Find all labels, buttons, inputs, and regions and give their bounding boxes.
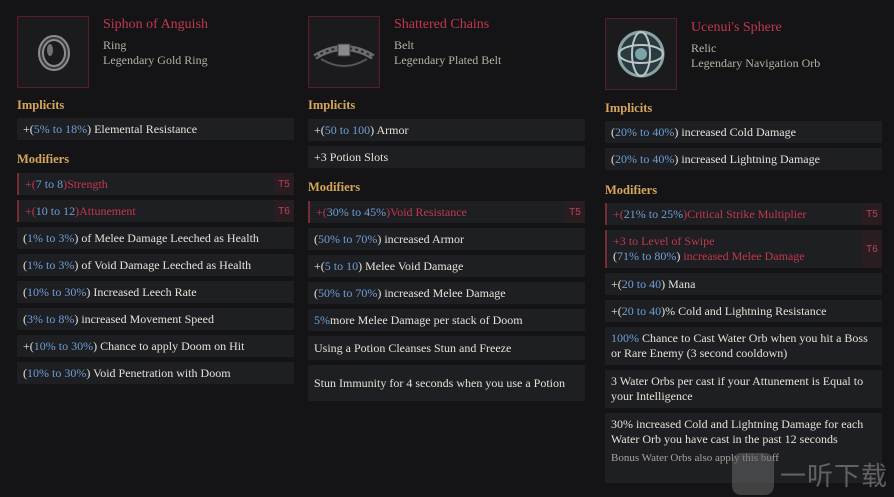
site-watermark: 一听下载 xyxy=(731,453,888,495)
item-name: Shattered Chains xyxy=(394,17,490,32)
tier-badge: T6 xyxy=(862,230,882,268)
modifier-row: (3% to 8%) increased Movement Speed xyxy=(17,308,294,330)
implicits-heading: Implicits xyxy=(605,101,653,115)
ring-icon xyxy=(17,16,89,88)
modifier-row: 3 Water Orbs per cast if your Attunement… xyxy=(605,370,882,408)
item-name: Ucenui's Sphere xyxy=(691,20,782,35)
modifier-row: +(20 to 40) Mana xyxy=(605,273,882,295)
item-type: Relic xyxy=(691,41,717,55)
modifier-row: +(20 to 40)% Cold and Lightning Resistan… xyxy=(605,300,882,322)
watermark-text: 一听下载 xyxy=(779,461,888,492)
orb-icon xyxy=(605,18,677,90)
modifier-row: (1% to 3%) of Melee Damage Leeched as He… xyxy=(17,227,294,249)
item-type: Belt xyxy=(394,38,414,52)
modifier-row: (50% to 70%) increased Armor xyxy=(308,228,585,250)
tier-badge: T6 xyxy=(274,200,294,222)
tier-badge: T5 xyxy=(862,203,882,225)
item-header: Ucenui's Sphere Relic Legendary Navigati… xyxy=(605,0,882,100)
modifier-row: 5% more Melee Damage per stack of Doom xyxy=(308,309,585,331)
implicit-row: +3 Potion Slots xyxy=(308,146,585,168)
item-base: Legendary Plated Belt xyxy=(394,53,502,67)
implicits-heading: Implicits xyxy=(308,98,356,112)
implicit-row: (20% to 40%) increased Cold Damage xyxy=(605,121,882,143)
modifier-row: (1% to 3%) of Void Damage Leeched as Hea… xyxy=(17,254,294,276)
modifier-row: +(10% to 30%) Chance to apply Doom on Hi… xyxy=(17,335,294,357)
item-card-belt: Shattered Chains Belt Legendary Plated B… xyxy=(308,0,585,401)
modifier-row: +(5 to 10) Melee Void Damage xyxy=(308,255,585,277)
modifier-row: +(30% to 45%) Void Resistance T5 xyxy=(308,201,585,223)
modifiers-heading: Modifiers xyxy=(17,152,70,166)
modifier-row: +(10 to 12) Attunement T6 xyxy=(17,200,294,222)
modifier-row: 100% Chance to Cast Water Orb when you h… xyxy=(605,327,882,365)
modifier-row: +(21% to 25%) Critical Strike Multiplier… xyxy=(605,203,882,225)
implicit-row: +(5% to 18%) Elemental Resistance xyxy=(17,118,294,140)
modifier-row: Stun Immunity for 4 seconds when you use… xyxy=(308,365,585,401)
modifiers-heading: Modifiers xyxy=(605,183,658,197)
modifier-row: +(7 to 8) Strength T5 xyxy=(17,173,294,195)
modifier-row: +3 to Level of Swipe (71% to 80%) increa… xyxy=(605,230,882,268)
implicits-heading: Implicits xyxy=(17,98,65,112)
modifier-row: (10% to 30%) Void Penetration with Doom xyxy=(17,362,294,384)
modifiers-heading: Modifiers xyxy=(308,180,361,194)
modifier-row: (50% to 70%) increased Melee Damage xyxy=(308,282,585,304)
item-card-ring: Siphon of Anguish Ring Legendary Gold Ri… xyxy=(17,0,294,384)
implicit-row: +(50 to 100) Armor xyxy=(308,119,585,141)
belt-icon xyxy=(308,16,380,88)
modifier-row: Using a Potion Cleanses Stun and Freeze xyxy=(308,336,585,360)
implicit-row: (20% to 40%) increased Lightning Damage xyxy=(605,148,882,170)
item-type: Ring xyxy=(103,38,127,52)
item-card-relic: Ucenui's Sphere Relic Legendary Navigati… xyxy=(605,0,882,483)
tier-badge: T5 xyxy=(565,201,585,223)
item-header: Siphon of Anguish Ring Legendary Gold Ri… xyxy=(17,0,294,95)
modifier-row: (10% to 30%) Increased Leech Rate xyxy=(17,281,294,303)
item-name: Siphon of Anguish xyxy=(103,17,209,32)
watermark-logo-icon xyxy=(731,453,774,495)
tier-badge: T5 xyxy=(274,173,294,195)
item-base: Legendary Navigation Orb xyxy=(691,56,821,70)
item-header: Shattered Chains Belt Legendary Plated B… xyxy=(308,0,585,95)
item-base: Legendary Gold Ring xyxy=(103,53,208,67)
